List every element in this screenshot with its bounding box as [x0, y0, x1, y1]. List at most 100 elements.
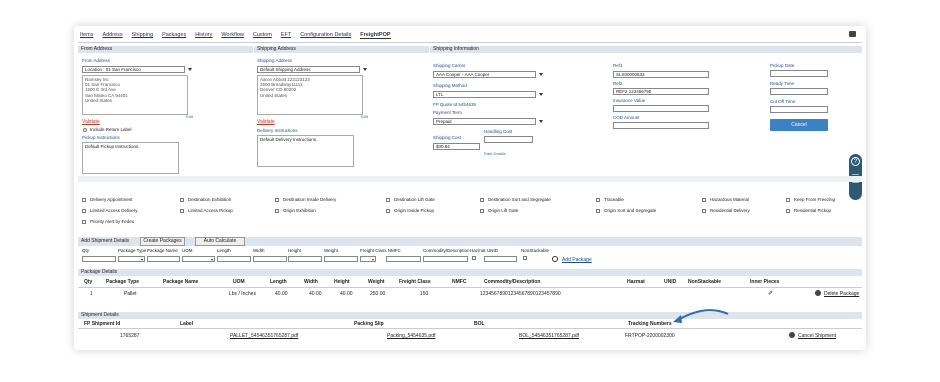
hazmat-checkbox[interactable]: [472, 256, 476, 260]
auto-calculate-button[interactable]: Auto Calculate: [195, 237, 245, 246]
add-shipment-input[interactable]: [147, 256, 180, 262]
accessorial-checkbox[interactable]: [702, 198, 706, 202]
add-shipment-select[interactable]: [360, 256, 376, 262]
accessorial-checkbox[interactable]: [82, 209, 86, 213]
add-shipment-input[interactable]: [484, 256, 517, 262]
cutoff-time-input[interactable]: [770, 106, 828, 113]
accessorial-checkbox[interactable]: [82, 198, 86, 202]
add-shipment-select[interactable]: [118, 256, 145, 262]
tab-eft[interactable]: EFT: [281, 32, 291, 39]
label-pdf-link[interactable]: PALLET_54546351765287.pdf: [230, 333, 298, 339]
cancel-button[interactable]: Cancel: [770, 119, 828, 131]
section-divider: [78, 176, 862, 182]
include-return-checkbox[interactable]: [83, 128, 87, 132]
ref2-input[interactable]: REF2 123456790: [613, 88, 709, 95]
create-packages-button[interactable]: Create Packages: [140, 237, 185, 246]
carrier-select[interactable]: AAA Cooper - AAA Cooper: [433, 71, 536, 78]
accessorial-checkbox[interactable]: [786, 209, 790, 213]
shipping-cost-input[interactable]: $30.84: [433, 143, 480, 150]
annotation-arrow-icon: [673, 309, 729, 323]
accessorial-checkbox[interactable]: [480, 198, 484, 202]
payment-dropdown-icon[interactable]: [539, 120, 543, 123]
accessorial-checkbox[interactable]: [596, 198, 600, 202]
question-icon[interactable]: ?: [851, 157, 860, 166]
ship-dropdown-icon[interactable]: [363, 68, 367, 71]
accessorial-label: Delivery Appointment: [90, 197, 133, 202]
delivery-instructions-field[interactable]: Default Delivery Instructions.: [257, 135, 354, 167]
accessorial-checkbox[interactable]: [480, 209, 484, 213]
cancel-shipment-link[interactable]: Cancel Shipment: [798, 333, 836, 339]
add-col-header: Freight Class NMFC: [360, 248, 401, 253]
tab-history[interactable]: History: [195, 32, 212, 39]
accessorial-checkbox[interactable]: [786, 198, 790, 202]
accessorial-checkbox[interactable]: [82, 220, 86, 224]
cancel-shipment-icon[interactable]: [789, 332, 795, 338]
accessorial-checkbox[interactable]: [702, 209, 706, 213]
add-shipment-input[interactable]: [253, 256, 287, 262]
add-shipment-input[interactable]: [423, 256, 468, 262]
ship-validate-link[interactable]: Validate: [257, 119, 275, 125]
tab-packages[interactable]: Packages: [162, 32, 186, 39]
tab-custom[interactable]: Custom: [253, 32, 272, 39]
accessorial-checkbox[interactable]: [275, 198, 279, 202]
add-package-icon[interactable]: [552, 256, 558, 262]
from-validate-link[interactable]: Validate: [82, 119, 100, 125]
add-shipment-input[interactable]: [217, 256, 251, 262]
package-col-header: Inner Pieces: [750, 279, 780, 285]
accessorial-checkbox[interactable]: [180, 209, 184, 213]
from-address-select[interactable]: Location : 01 San Francisco: [82, 66, 185, 73]
printer-icon[interactable]: [849, 31, 856, 37]
add-col-header: Qty: [82, 248, 90, 253]
pickup-date-input[interactable]: [770, 70, 828, 77]
tracking-number: FRTPOP-2200002300: [625, 333, 675, 339]
add-shipment-input[interactable]: [288, 256, 322, 262]
shipping-address-select[interactable]: Default Shipping Address: [257, 66, 360, 73]
pkg-width: 40.00: [309, 291, 322, 297]
accessorial-label: Destination Sort and Segregate: [488, 197, 551, 202]
tab-address[interactable]: Address: [102, 32, 122, 39]
add-package-link[interactable]: Add Package: [562, 257, 592, 263]
delete-package-link[interactable]: Delete Package: [824, 291, 859, 297]
pickup-instructions-field[interactable]: Default Pickup Instructions.: [82, 142, 179, 174]
method-dropdown-icon[interactable]: [539, 93, 543, 96]
from-dropdown-icon[interactable]: [188, 68, 192, 71]
package-col-header: Length: [270, 279, 287, 285]
cod-input[interactable]: [613, 122, 709, 129]
tab-shipping[interactable]: Shipping: [132, 32, 153, 39]
bol-link[interactable]: BOL_54546351765287.pdf: [519, 333, 579, 339]
ready-time-input[interactable]: [770, 88, 828, 95]
accessorial-checkbox[interactable]: [386, 198, 390, 202]
accessorial-checkbox[interactable]: [386, 209, 390, 213]
from-edit-link[interactable]: Edit: [186, 114, 193, 119]
pin-icon[interactable]: ✐: [768, 290, 773, 297]
add-shipment-input[interactable]: [82, 256, 116, 262]
tab-freightpop[interactable]: FreightPOP: [360, 32, 391, 39]
add-col-header: Height: [288, 248, 302, 253]
carrier-dropdown-icon[interactable]: [539, 73, 543, 76]
add-shipment-input[interactable]: [386, 256, 421, 262]
tab-workflow[interactable]: Workflow: [221, 32, 244, 39]
delete-icon[interactable]: [815, 290, 821, 296]
ref1-input[interactable]: SLS00000633: [613, 71, 709, 78]
pkg-height: 40.00: [340, 291, 353, 297]
add-shipment-input[interactable]: [324, 256, 358, 262]
insurance-input[interactable]: [613, 105, 709, 112]
add-col-header: NonStackable: [521, 248, 550, 253]
tab-configuration-details[interactable]: Configuration Details: [300, 32, 351, 39]
nonstackable-checkbox[interactable]: [523, 256, 527, 260]
payment-select[interactable]: Prepaid: [433, 118, 536, 125]
package-col-header: UOM: [233, 279, 245, 285]
accessorial-checkbox[interactable]: [596, 209, 600, 213]
payment-label: Payment Term: [433, 110, 462, 115]
method-select[interactable]: LTL: [433, 91, 536, 98]
accessorial-checkbox[interactable]: [275, 209, 279, 213]
accessorial-checkbox[interactable]: [180, 198, 184, 202]
add-shipment-select[interactable]: [182, 256, 215, 262]
tab-items[interactable]: Items: [80, 32, 93, 39]
pkg-uom: Lbs / Inches: [229, 291, 256, 297]
ship-edit-link[interactable]: Edit: [361, 114, 368, 119]
handling-cost-input[interactable]: [484, 136, 533, 143]
packing-slip-link[interactable]: Packing_5454635.pdf: [387, 333, 435, 339]
rate-details-link[interactable]: Rate Details: [484, 151, 506, 156]
from-address-text: Ramsey Inc 01 San Francisco 1500 E 3rd A…: [82, 75, 188, 115]
